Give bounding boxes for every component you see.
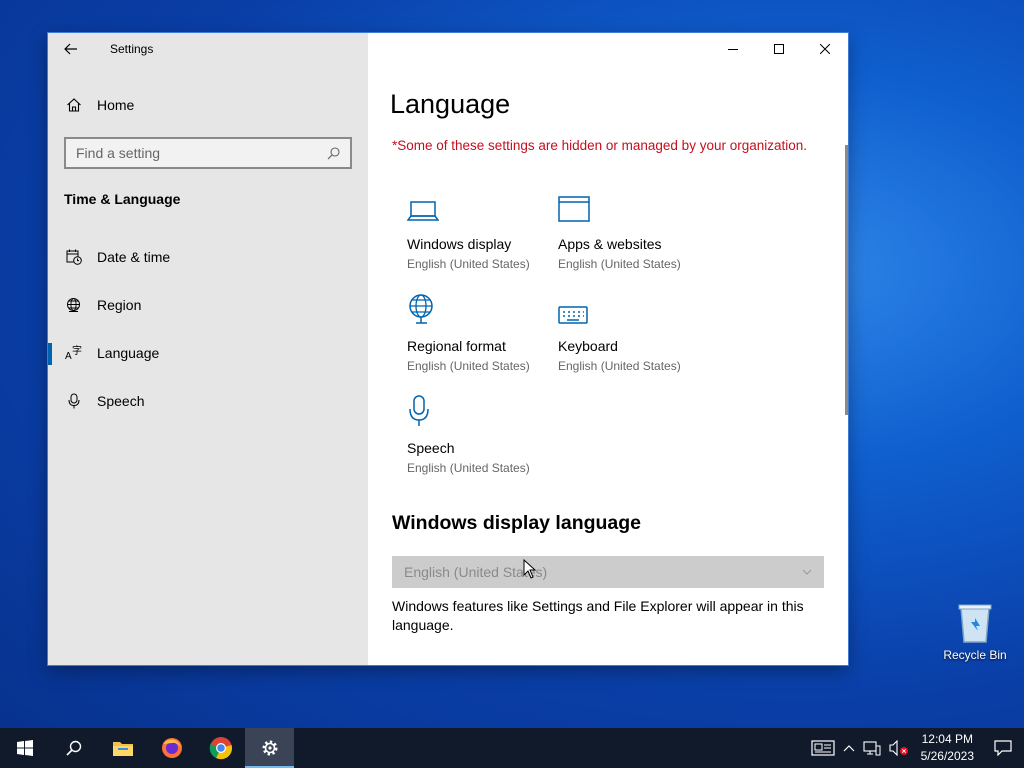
sidebar-item-label: Speech — [97, 393, 145, 409]
taskbar-settings[interactable] — [245, 728, 294, 768]
microphone-icon — [65, 392, 83, 410]
action-center-button[interactable] — [982, 728, 1024, 768]
back-arrow-icon — [64, 43, 77, 55]
taskbar: 12:04 PM 5/26/2023 — [0, 728, 1024, 768]
mouse-cursor-icon — [523, 559, 537, 579]
network-button[interactable] — [859, 728, 885, 768]
chrome-icon — [209, 737, 232, 760]
globe-settings-icon — [407, 293, 552, 325]
main-content: Language *Some of these settings are hid… — [368, 33, 848, 665]
recycle-bin-icon — [958, 604, 992, 643]
news-widget-button[interactable] — [807, 728, 839, 768]
minimize-button[interactable] — [710, 33, 756, 65]
tile-label: Apps & websites — [558, 236, 662, 252]
svg-text:字: 字 — [72, 345, 82, 357]
tile-sub: English (United States) — [407, 257, 530, 271]
back-button[interactable] — [48, 33, 94, 65]
recycle-bin-desktop-icon[interactable]: Recycle Bin — [938, 600, 1012, 662]
tile-sub: English (United States) — [407, 461, 530, 475]
tile-label: Speech — [407, 440, 455, 456]
microphone-icon — [407, 395, 552, 427]
tile-label: Regional format — [407, 338, 506, 354]
sidebar-item-label: Date & time — [97, 249, 171, 265]
sidebar-item-date-time[interactable]: Date & time — [48, 237, 368, 277]
close-icon — [820, 44, 830, 54]
show-hidden-icons-button[interactable] — [839, 728, 859, 768]
volume-button[interactable] — [885, 728, 913, 768]
taskbar-firefox[interactable] — [147, 728, 196, 768]
system-tray: 12:04 PM 5/26/2023 — [807, 728, 1024, 768]
close-button[interactable] — [802, 33, 848, 65]
sidebar-item-region[interactable]: Region — [48, 285, 368, 325]
windows-logo-icon — [16, 740, 33, 756]
gear-icon — [262, 740, 277, 756]
search-icon — [327, 146, 340, 159]
firefox-icon — [161, 738, 182, 758]
clock-time: 12:04 PM — [921, 732, 973, 746]
display-language-dropdown[interactable]: English (United States) — [392, 556, 824, 588]
folder-icon — [112, 742, 133, 756]
network-icon — [863, 741, 881, 756]
taskbar-file-explorer[interactable] — [98, 728, 147, 768]
chevron-down-icon — [802, 569, 812, 575]
home-icon — [65, 96, 83, 114]
sidebar-item-speech[interactable]: Speech — [48, 381, 368, 421]
tile-label: Keyboard — [558, 338, 618, 354]
tile-label: Windows display — [407, 236, 512, 252]
title-bar: Settings — [48, 33, 368, 65]
start-button[interactable] — [0, 728, 49, 768]
notification-icon — [994, 740, 1012, 756]
maximize-button[interactable] — [756, 33, 802, 65]
sidebar-item-label: Region — [97, 297, 142, 313]
page-title: Language — [390, 89, 511, 119]
taskbar-chrome[interactable] — [196, 728, 245, 768]
tile-sub: English (United States) — [558, 359, 681, 373]
tile-speech[interactable]: Speech English (United States) — [407, 395, 552, 475]
section-title: Time & Language — [64, 191, 181, 207]
svg-text:A: A — [65, 351, 72, 361]
news-icon — [811, 740, 835, 756]
tile-windows-display[interactable]: Windows display English (United States) — [407, 191, 552, 271]
laptop-icon — [407, 191, 552, 223]
managed-warning: *Some of these settings are hidden or ma… — [392, 138, 808, 153]
sidebar-item-language[interactable]: A字 Language — [48, 333, 368, 373]
sidebar: Settings Home Time & Language Date & tim… — [48, 33, 368, 665]
window-controls — [710, 33, 848, 65]
language-icon: A字 — [65, 344, 83, 362]
taskbar-search-button[interactable] — [49, 728, 98, 768]
clock[interactable]: 12:04 PM 5/26/2023 — [913, 731, 982, 765]
tile-sub: English (United States) — [407, 359, 530, 373]
tile-apps-websites[interactable]: Apps & websites English (United States) — [558, 191, 703, 271]
display-language-description: Windows features like Settings and File … — [392, 598, 804, 633]
search-icon — [65, 740, 81, 756]
search-box[interactable] — [64, 137, 352, 169]
sidebar-item-home[interactable]: Home — [48, 85, 368, 125]
tile-keyboard[interactable]: Keyboard English (United States) — [558, 293, 703, 373]
keyboard-icon — [558, 293, 703, 325]
display-language-heading: Windows display language — [392, 512, 642, 534]
search-input[interactable] — [76, 145, 316, 161]
volume-muted-icon — [889, 740, 908, 756]
globe-icon — [65, 296, 83, 314]
settings-window: Settings Home Time & Language Date & tim… — [48, 33, 848, 665]
window-title: Settings — [110, 42, 154, 56]
sidebar-item-label: Language — [97, 345, 160, 361]
chevron-up-icon — [843, 745, 855, 752]
clock-date: 5/26/2023 — [920, 749, 974, 763]
window-icon — [558, 191, 703, 223]
maximize-icon — [774, 44, 784, 54]
recycle-bin-label: Recycle Bin — [943, 648, 1007, 662]
tile-sub: English (United States) — [558, 257, 681, 271]
tile-regional-format[interactable]: Regional format English (United States) — [407, 293, 552, 373]
calendar-clock-icon — [65, 248, 83, 266]
home-label: Home — [97, 97, 135, 113]
scrollbar[interactable] — [845, 145, 848, 415]
minimize-icon — [728, 49, 738, 50]
